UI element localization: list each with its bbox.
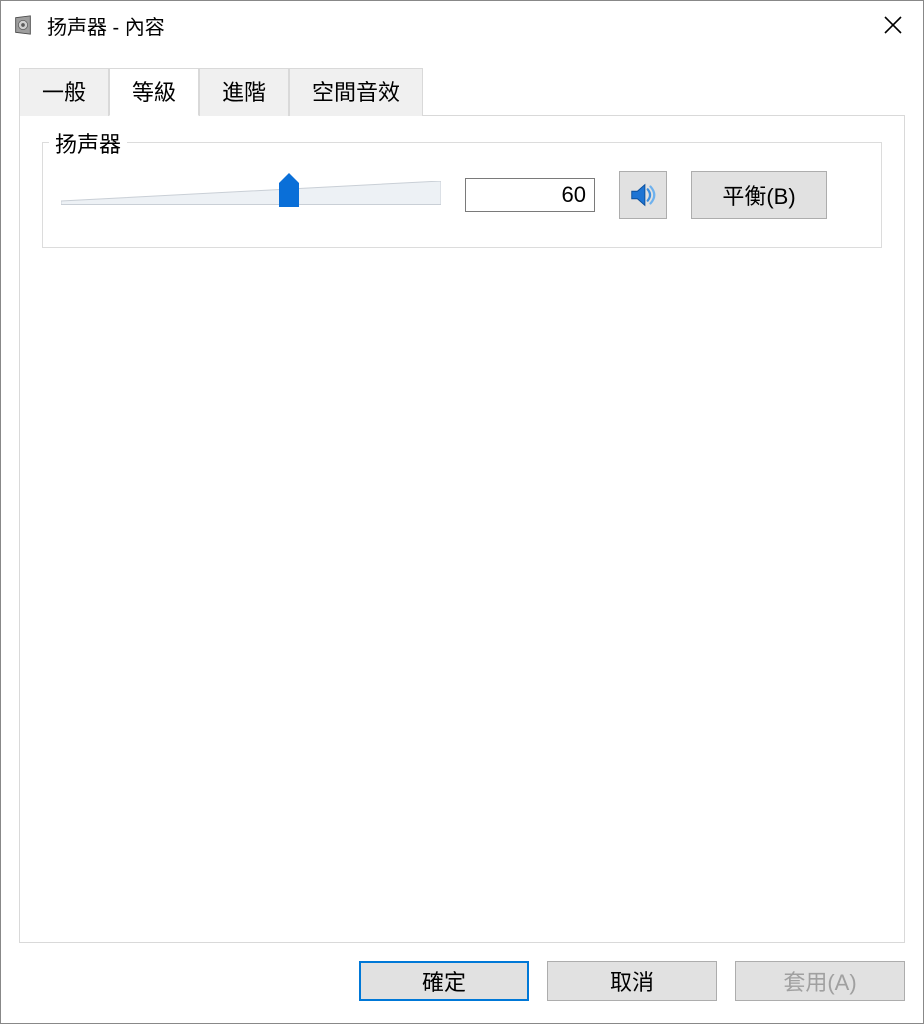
- tab-panel-levels: 扬声器: [19, 115, 905, 943]
- ok-button[interactable]: 確定: [359, 961, 529, 1001]
- speaker-icon: [628, 180, 658, 210]
- speaker-group-title: 扬声器: [49, 127, 127, 159]
- close-button[interactable]: [863, 1, 923, 49]
- volume-row: 平衡(B): [61, 171, 863, 219]
- dialog-footer: 確定 取消 套用(A): [1, 953, 923, 1023]
- tab-advanced[interactable]: 進階: [199, 68, 289, 116]
- mute-toggle-button[interactable]: [619, 171, 667, 219]
- volume-value-input[interactable]: [465, 178, 595, 212]
- window-title: 扬声器 - 內容: [47, 11, 165, 40]
- dialog-body: 一般 等級 進階 空間音效 扬声器: [1, 49, 923, 953]
- volume-slider-thumb[interactable]: [279, 173, 299, 207]
- speaker-device-icon: [11, 13, 35, 37]
- apply-button: 套用(A): [735, 961, 905, 1001]
- cancel-button[interactable]: 取消: [547, 961, 717, 1001]
- tab-spatial-sound[interactable]: 空間音效: [289, 68, 423, 116]
- tab-levels[interactable]: 等級: [109, 68, 199, 116]
- balance-button[interactable]: 平衡(B): [691, 171, 827, 219]
- volume-slider[interactable]: [61, 175, 441, 215]
- speaker-group: 扬声器: [42, 142, 882, 248]
- tab-general[interactable]: 一般: [19, 68, 109, 116]
- tab-strip: 一般 等級 進階 空間音效: [19, 67, 905, 115]
- titlebar: 扬声器 - 內容: [1, 1, 923, 49]
- properties-dialog: 扬声器 - 內容 一般 等級 進階 空間音效 扬声器: [0, 0, 924, 1024]
